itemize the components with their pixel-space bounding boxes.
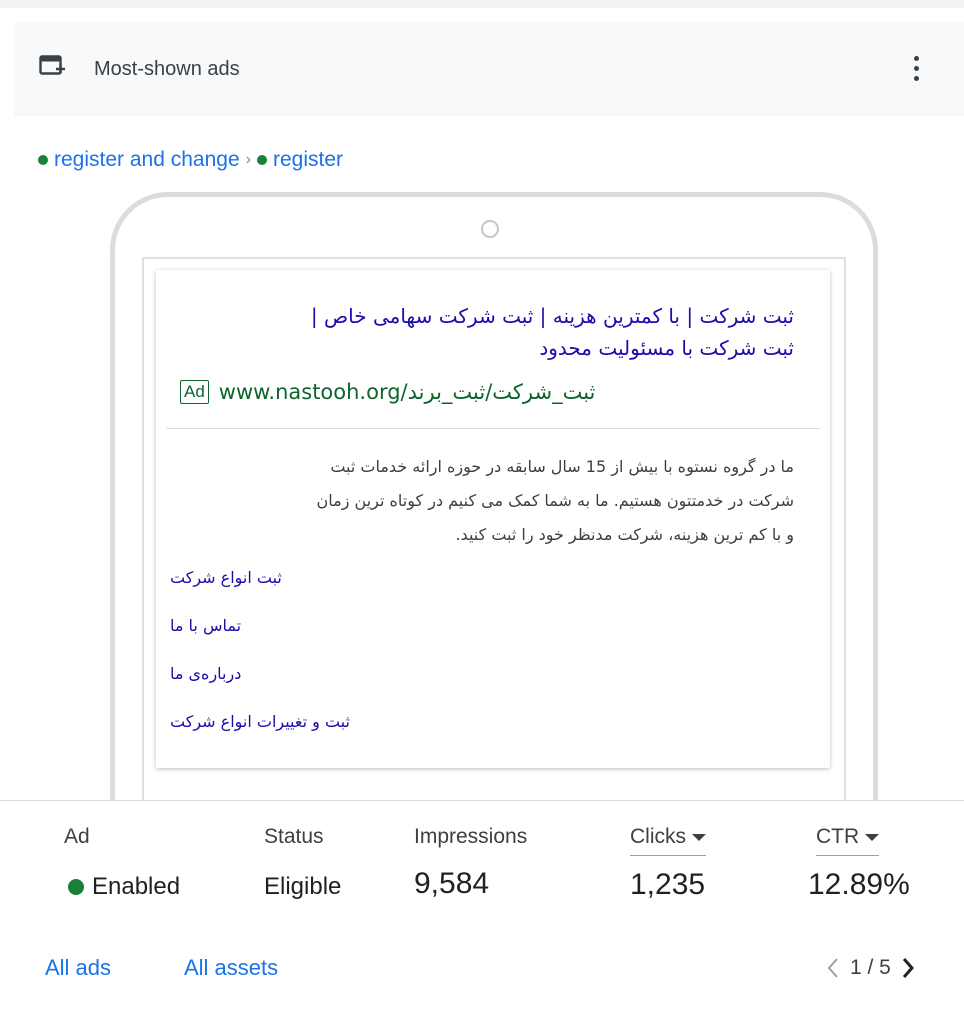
status-column-header: Status — [264, 825, 324, 848]
next-page-button[interactable] — [899, 955, 917, 981]
sitelink[interactable]: ثبت و تغییرات انواع شرکت — [170, 706, 430, 754]
previous-page-button[interactable] — [824, 955, 842, 981]
all-ads-link[interactable]: All ads — [45, 955, 111, 981]
ad-enabled-value: Enabled — [68, 873, 180, 901]
breadcrumb-ad-group-link[interactable]: register — [273, 148, 343, 172]
breadcrumb-campaign-link[interactable]: register and change — [54, 148, 240, 172]
status-column: Status Eligible — [264, 825, 341, 901]
ad-description-line: شرکت در خدمتتون هستیم. ما به شما کمک می … — [316, 491, 794, 510]
menu-dot — [913, 75, 919, 81]
ad-column-header: Ad — [64, 825, 90, 848]
menu-dot — [913, 55, 919, 61]
status-value: Eligible — [264, 873, 342, 900]
sort-caret-icon — [865, 833, 880, 841]
chevron-right-icon — [902, 958, 914, 978]
stats-panel: Ad Enabled Status Eligible Impressions 9… — [0, 800, 964, 1016]
impressions-column-header: Impressions — [414, 825, 528, 848]
ad-headline-line: ثبت شرکت | با کمترین هزینه | ثبت شرکت سه… — [310, 304, 794, 328]
clicks-value: 1,235 — [630, 868, 706, 901]
ad-preview-card: ثبت شرکت | با کمترین هزینه | ثبت شرکت سه… — [156, 270, 830, 768]
impressions-value: 9,584 — [414, 867, 490, 900]
phone-camera — [481, 220, 499, 238]
clicks-header-label: Clicks — [630, 825, 686, 848]
ad-description-line: و با کم ترین هزینه، شرکت مدنظر خود را ثب… — [455, 525, 794, 544]
ad-description: ما در گروه نستوه با بیش از 15 سال سابقه … — [184, 450, 794, 552]
breadcrumb: register and change › register — [38, 148, 343, 172]
ctr-value: 12.89% — [808, 868, 910, 901]
clicks-column: Clicks 1,235 — [630, 825, 706, 902]
ad-headline-line: ثبت شرکت با مسئولیت محدود — [539, 336, 794, 360]
ads-preview-icon — [39, 55, 65, 75]
top-strip — [0, 0, 964, 8]
pagination: 1 / 5 — [824, 955, 917, 981]
sort-caret-icon — [692, 833, 706, 841]
sitelinks: ثبت انواع شرکت تماس با ما درباره‌ی ما ثب… — [170, 562, 430, 754]
campaign-status-dot — [38, 155, 48, 165]
sitelink[interactable]: ثبت انواع شرکت — [170, 562, 430, 610]
card-header: Most-shown ads — [14, 22, 964, 116]
ctr-column-header[interactable]: CTR — [816, 825, 880, 856]
impressions-column: Impressions 9,584 — [414, 825, 527, 901]
ad-badge: Ad — [180, 380, 209, 404]
ad-status-text: Enabled — [92, 873, 181, 900]
enabled-status-dot — [68, 879, 84, 895]
ctr-header-label: CTR — [816, 825, 860, 848]
menu-dot — [913, 65, 919, 71]
sitelink[interactable]: تماس با ما — [170, 610, 430, 658]
more-options-icon[interactable] — [904, 48, 928, 88]
page-indicator: 1 / 5 — [850, 956, 891, 979]
card-title: Most-shown ads — [94, 58, 240, 80]
divider — [166, 428, 820, 429]
ad-display-url: www.nastooh.org/ثبت_شرکت/ثبت_برند — [218, 380, 596, 404]
ad-group-status-dot — [256, 155, 267, 165]
all-assets-link[interactable]: All assets — [184, 955, 278, 981]
ctr-column: CTR 12.89% — [808, 825, 910, 902]
ad-column: Ad Enabled — [64, 825, 180, 901]
ad-url-row: Ad www.nastooh.org/ثبت_شرکت/ثبت_برند — [180, 380, 595, 404]
ad-headline[interactable]: ثبت شرکت | با کمترین هزینه | ثبت شرکت سه… — [174, 300, 794, 364]
breadcrumb-separator: › — [245, 151, 251, 168]
clicks-column-header[interactable]: Clicks — [630, 825, 706, 856]
sitelink[interactable]: درباره‌ی ما — [170, 658, 430, 706]
ad-description-line: ما در گروه نستوه با بیش از 15 سال سابقه … — [330, 457, 794, 476]
chevron-left-icon — [827, 958, 838, 978]
